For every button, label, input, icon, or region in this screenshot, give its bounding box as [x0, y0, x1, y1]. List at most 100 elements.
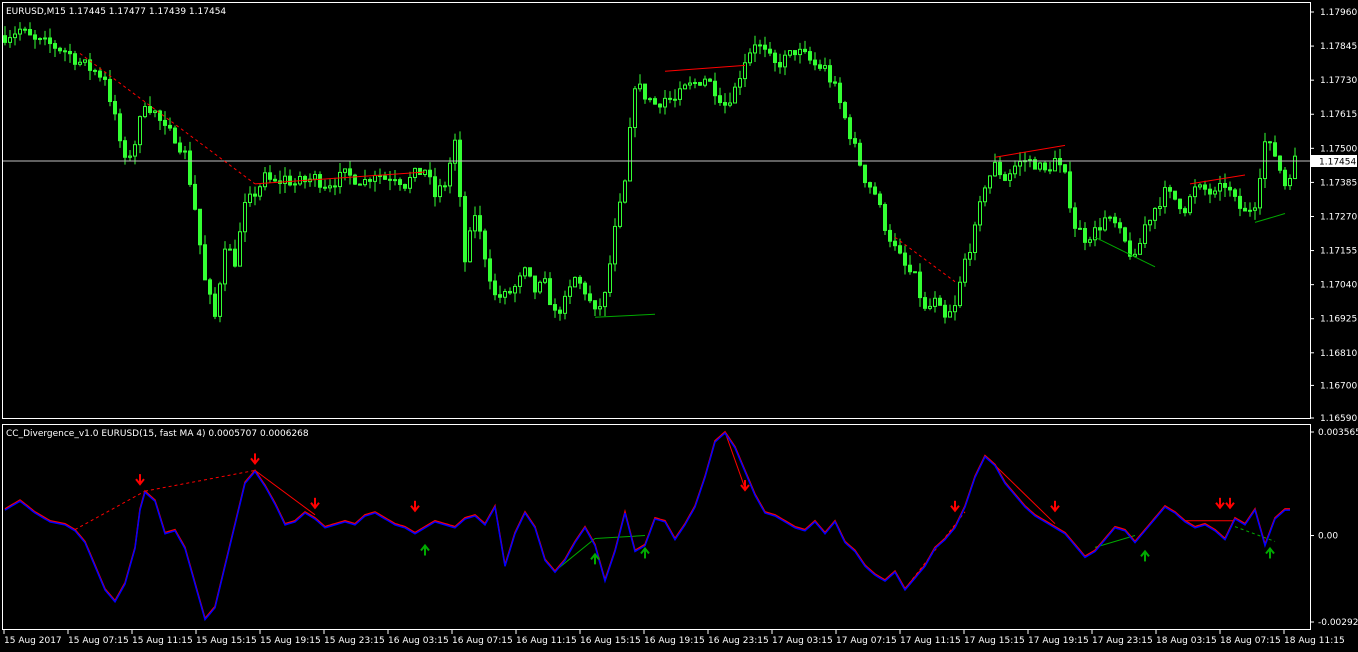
- candle: [733, 82, 737, 104]
- candle: [508, 287, 512, 295]
- candle: [428, 162, 432, 185]
- time-axis: 15 Aug 2017 15 Aug 07:15 15 Aug 11:15 15 Au…: [3, 630, 1345, 646]
- candle: [1013, 160, 1017, 179]
- candle: [858, 139, 862, 167]
- candle: [1003, 171, 1007, 182]
- candle: [123, 136, 127, 165]
- candle: [353, 173, 357, 185]
- candle: [1258, 168, 1262, 215]
- candle: [843, 100, 847, 120]
- candle: [728, 92, 732, 108]
- candle: [793, 50, 797, 61]
- candle: [1118, 218, 1122, 234]
- candle: [33, 30, 37, 49]
- price-divergence-line: [79, 53, 256, 185]
- candle: [483, 228, 487, 268]
- candle: [253, 186, 257, 206]
- candle: [213, 287, 217, 320]
- candle: [593, 300, 597, 317]
- candle: [1238, 188, 1242, 217]
- candle: [1008, 169, 1012, 187]
- candle: [1018, 152, 1022, 176]
- price-tick-label: 1.16700: [1320, 381, 1357, 391]
- candle: [1293, 147, 1297, 180]
- candle: [633, 86, 637, 138]
- price-tick-label: 1.17385: [1320, 178, 1357, 188]
- candle: [228, 243, 232, 251]
- candle: [988, 175, 992, 194]
- candle: [413, 167, 417, 182]
- candle: [788, 50, 792, 58]
- candle: [473, 206, 477, 239]
- down-arrow-icon: [1225, 497, 1235, 510]
- time-tick-label: 17 Aug 03:15: [772, 636, 833, 646]
- candle: [638, 74, 642, 92]
- time-tick-label: 18 Aug 07:15: [1220, 636, 1281, 646]
- candle: [1153, 207, 1157, 229]
- candle: [668, 91, 672, 104]
- candle: [323, 179, 327, 191]
- candle: [1178, 198, 1182, 214]
- candle: [128, 149, 132, 161]
- last-price-box: 1.17454: [1311, 155, 1357, 168]
- candle: [523, 266, 527, 280]
- candle: [268, 165, 272, 183]
- candle: [1198, 183, 1202, 190]
- time-tick-label: 15 Aug 23:15: [324, 636, 385, 646]
- candle: [958, 276, 962, 308]
- time-tick-label: 17 Aug 07:15: [836, 636, 897, 646]
- candle: [113, 94, 117, 121]
- candle: [688, 76, 692, 90]
- candle: [328, 179, 332, 193]
- candle: [258, 184, 262, 201]
- candle: [373, 170, 377, 192]
- candle: [833, 76, 837, 87]
- candle: [973, 221, 977, 261]
- candle: [423, 169, 427, 177]
- candle: [748, 48, 752, 66]
- oscillator-slow-line: [4, 431, 1290, 622]
- candle: [138, 115, 142, 154]
- down-arrow-icon: [950, 500, 960, 513]
- candle: [368, 177, 372, 189]
- candle: [38, 37, 42, 45]
- down-arrow-icon: [1215, 497, 1225, 510]
- candle: [1208, 183, 1212, 204]
- candle: [808, 46, 812, 65]
- candle: [1093, 220, 1097, 247]
- candle: [263, 166, 267, 191]
- candle: [578, 275, 582, 290]
- candle: [943, 299, 947, 324]
- price-tick-label: 1.17270: [1320, 212, 1357, 222]
- time-tick-label: 15 Aug 11:15: [132, 636, 193, 646]
- candle: [1128, 232, 1132, 260]
- candle: [1163, 180, 1167, 214]
- candle: [8, 30, 12, 48]
- candle: [448, 157, 452, 194]
- up-arrow-icon: [1140, 549, 1150, 562]
- time-tick-label: 15 Aug 19:15: [260, 636, 321, 646]
- candle: [643, 83, 647, 104]
- price-axis: 1.17960 1.17845 1.17730 1.17615 1.17500 1.173…: [1310, 8, 1357, 424]
- candle: [1048, 161, 1052, 175]
- oscillator-lines: [4, 430, 1290, 622]
- candle: [433, 167, 437, 207]
- candle: [778, 53, 782, 74]
- candle: [1088, 236, 1092, 247]
- time-tick-label: 16 Aug 07:15: [452, 636, 513, 646]
- candle: [648, 97, 652, 103]
- candle: [178, 136, 182, 155]
- time-tick-label: 15 Aug 07:15: [68, 636, 129, 646]
- candle: [348, 161, 352, 185]
- candle: [313, 170, 317, 187]
- candle: [1023, 152, 1027, 172]
- price-divergence-line: [594, 313, 656, 318]
- candle: [1253, 202, 1257, 220]
- trading-chart[interactable]: EURUSD,M15 1.17445 1.17477 1.17439 1.174…: [0, 0, 1358, 652]
- candle: [463, 191, 467, 272]
- chart-title: EURUSD,M15 1.17445 1.17477 1.17439 1.174…: [6, 7, 226, 17]
- candle: [468, 227, 472, 263]
- candle: [83, 59, 87, 67]
- candle: [568, 279, 572, 304]
- indicator-title: CC_Divergence_v1.0 EURUSD(15, fast MA 4)…: [6, 429, 309, 439]
